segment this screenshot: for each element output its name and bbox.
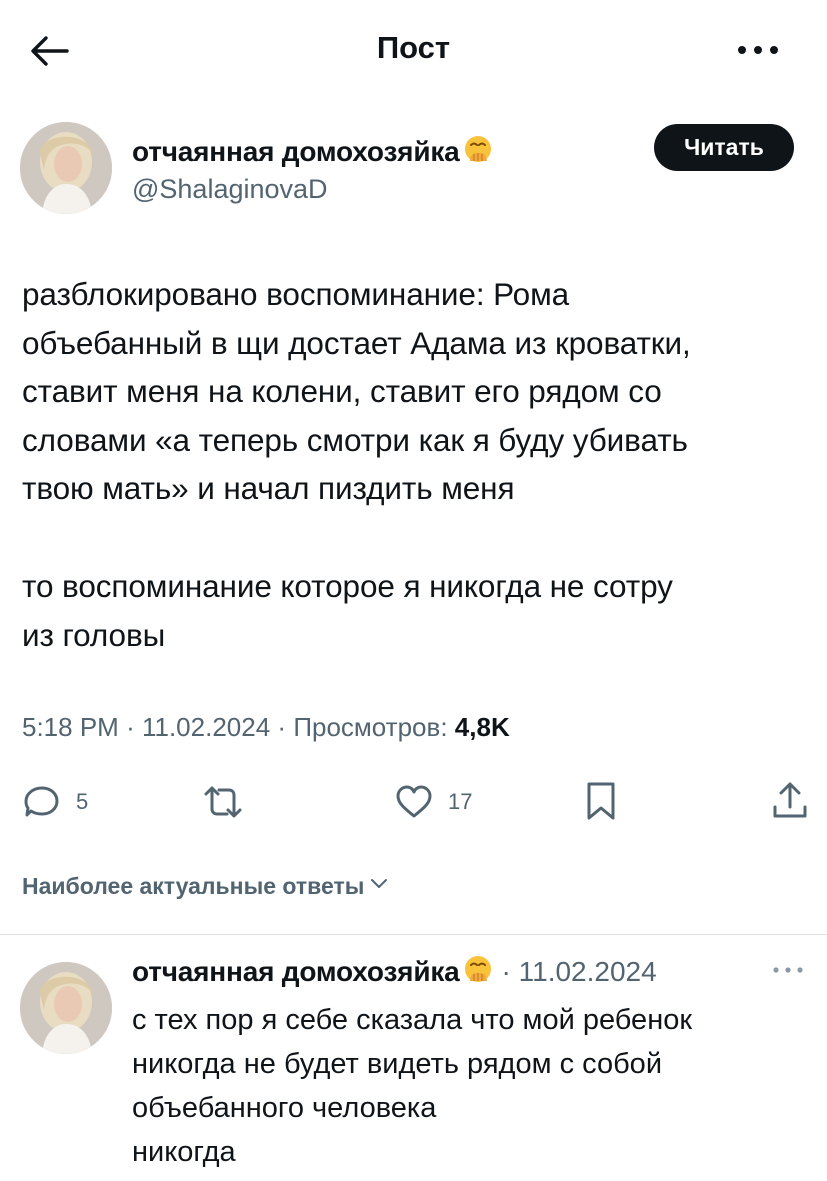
author-name[interactable]: отчаянная домохозяйка — [132, 134, 494, 173]
share-button[interactable] — [770, 780, 810, 822]
reply-line: объебанного человека — [132, 1092, 437, 1124]
reply-avatar[interactable] — [20, 962, 112, 1054]
bookmark-button[interactable] — [584, 780, 618, 822]
meta-separator: · — [277, 712, 287, 742]
post-date: 11.02.2024 — [141, 712, 271, 742]
views-label: Просмотров: — [293, 712, 448, 742]
views-count[interactable]: 4,8K — [455, 712, 510, 742]
meta-separator: · — [126, 712, 135, 742]
reply-button[interactable]: 5 — [22, 782, 88, 822]
reply-author-name[interactable]: отчаянная домохозяйка — [132, 956, 460, 987]
reply-text: с тех пор я себе сказала что мой ребенок… — [132, 998, 812, 1174]
post-paragraph-1: разблокировано воспоминание: Рома объеба… — [22, 276, 691, 506]
reply-line: никогда — [132, 1136, 236, 1168]
reply-line: никогда не будет видеть рядом с собой — [132, 1048, 663, 1080]
chevron-down-icon — [368, 872, 390, 900]
reply-date[interactable]: · 11.02.2024 — [502, 956, 657, 987]
replies-sort-dropdown[interactable]: Наиболее актуальные ответы — [22, 872, 390, 900]
section-divider — [0, 934, 827, 935]
reply-icon — [22, 782, 62, 822]
more-options-icon[interactable] — [732, 34, 784, 66]
page-title: Пост — [376, 30, 451, 65]
reply-line: с тех пор я себе сказала что мой ребенок — [132, 1004, 693, 1036]
post-text-2: то воспоминание которое я никогда не сот… — [22, 562, 807, 659]
author-handle[interactable]: @ShalaginovaD — [132, 174, 328, 205]
hand-over-mouth-emoji-icon — [462, 134, 494, 173]
reply-more-icon[interactable] — [770, 962, 806, 983]
post-time: 5:18 PM — [22, 712, 119, 742]
retweet-button[interactable] — [200, 782, 260, 822]
post-paragraph-2: то воспоминание которое я никогда не сот… — [22, 568, 673, 653]
reply-header: отчаянная домохозяйка · 11.02.2024 — [132, 954, 657, 993]
author-name-text: отчаянная домохозяйка — [132, 136, 460, 167]
retweet-icon — [200, 782, 246, 822]
hand-over-mouth-emoji-icon — [462, 954, 494, 993]
post-text: разблокировано воспоминание: Рома объеба… — [22, 270, 807, 513]
like-count: 17 — [448, 789, 473, 814]
like-button[interactable]: 17 — [394, 782, 472, 822]
bookmark-icon — [584, 780, 618, 822]
avatar[interactable] — [20, 122, 112, 214]
replies-sort-label: Наиболее актуальные ответы — [22, 872, 365, 899]
share-icon — [770, 780, 810, 822]
heart-icon — [394, 782, 434, 822]
reply-count: 5 — [76, 789, 89, 814]
post-meta: 5:18 PM · 11.02.2024 · Просмотров: 4,8K — [22, 712, 510, 743]
follow-button[interactable]: Читать — [654, 124, 794, 171]
